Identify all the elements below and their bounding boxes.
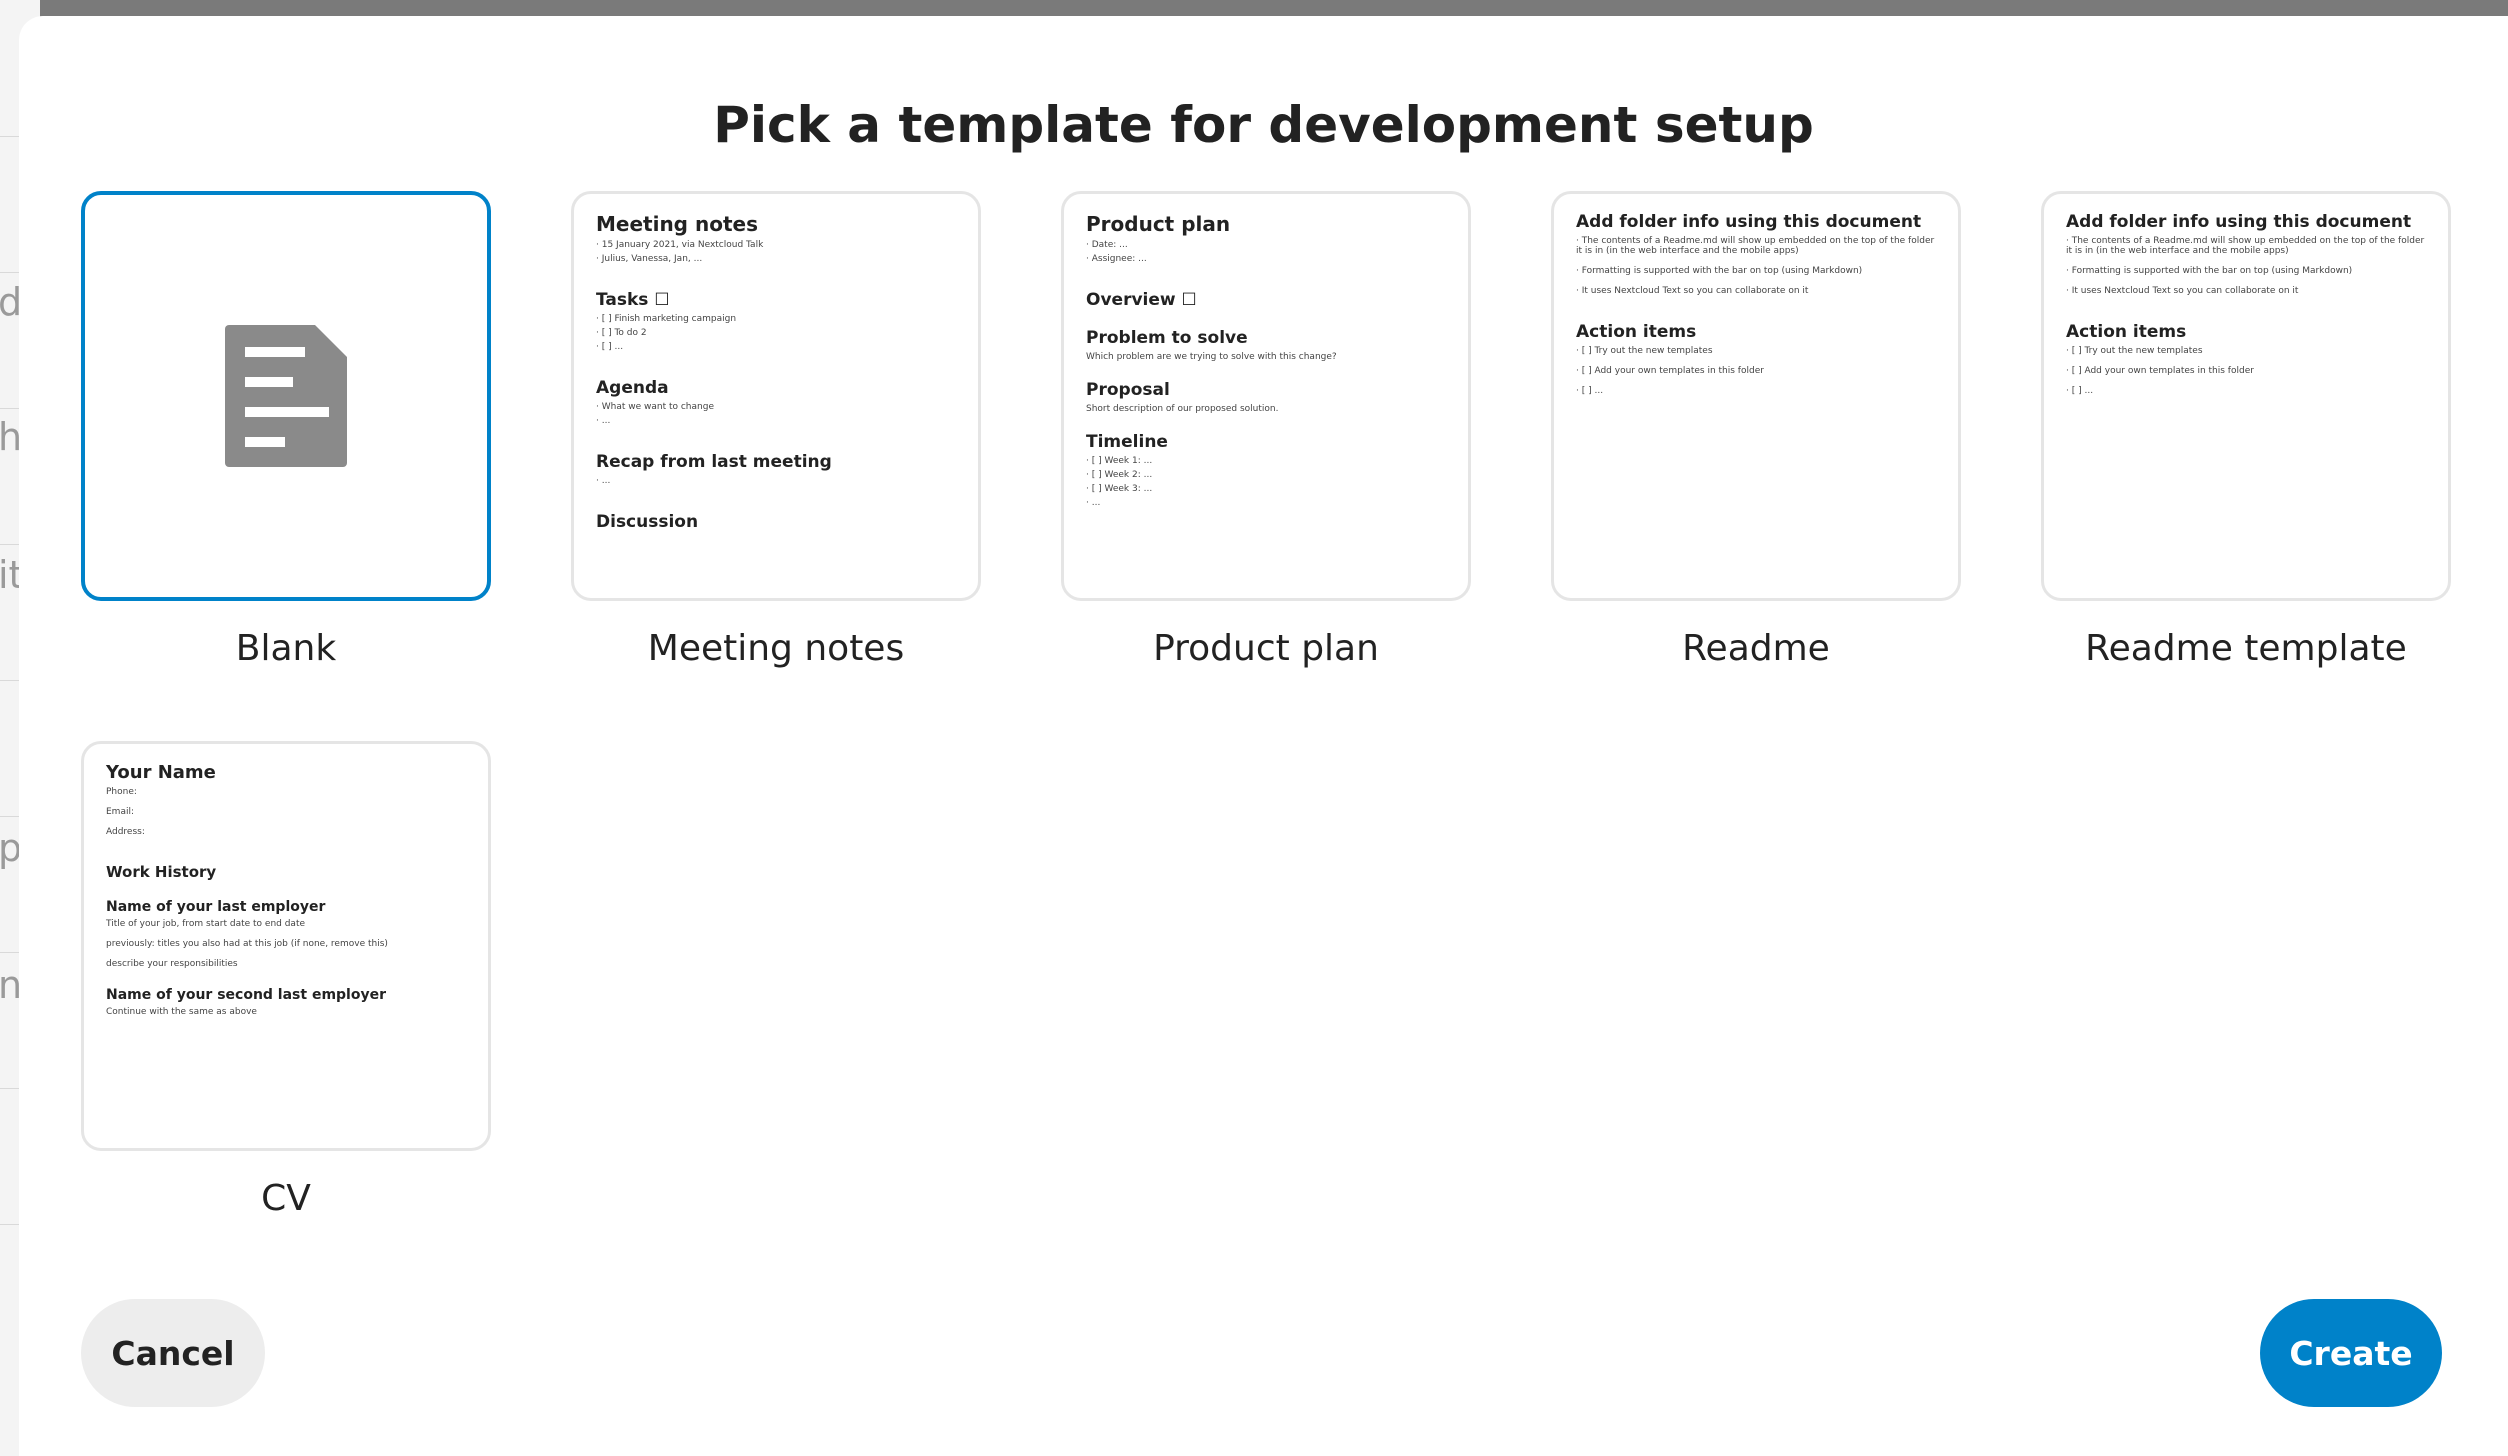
preview-line: · Formatting is supported with the bar o… — [1576, 266, 1863, 276]
preview-line: · 15 January 2021, via Nextcloud Talk — [596, 240, 764, 250]
preview-line: · Date: ... — [1086, 240, 1128, 250]
preview-heading: Add folder info using this document — [2066, 212, 2412, 232]
preview-heading: Proposal — [1086, 380, 1170, 400]
preview-line: · [ ] ... — [596, 342, 624, 352]
template-card-readme[interactable]: Add folder info using this document · Th… — [1551, 191, 1961, 601]
preview-heading: Add folder info using this document — [1576, 212, 1922, 232]
preview-line: · The contents of a Readme.md will show … — [2066, 236, 2425, 256]
template-card-meeting-notes[interactable]: Meeting notes · 15 January 2021, via Nex… — [571, 191, 981, 601]
preview-line: · ... — [596, 416, 611, 426]
template-preview: Meeting notes · 15 January 2021, via Nex… — [596, 212, 960, 536]
preview-line: Address: — [106, 827, 145, 837]
preview-line: · [ ] Add your own templates in this fol… — [1576, 366, 1764, 376]
preview-heading: Overview ☐ — [1086, 290, 1197, 310]
template-preview: Product plan · Date: ... · Assignee: ...… — [1086, 212, 1450, 512]
template-label-product-plan: Product plan — [1153, 628, 1379, 669]
template-label-readme-template: Readme template — [2085, 628, 2407, 669]
preview-line: Email: — [106, 807, 135, 817]
dialog-title: Pick a template for development setup — [713, 96, 1814, 154]
preview-line: Short description of our proposed soluti… — [1086, 404, 1279, 414]
preview-heading: Name of your last employer — [106, 899, 326, 915]
preview-line: describe your responsibilities — [106, 959, 238, 969]
preview-heading: Meeting notes — [596, 212, 758, 236]
preview-line: · [ ] ... — [1576, 386, 1604, 396]
preview-heading: Discussion — [596, 512, 699, 532]
preview-line: · The contents of a Readme.md will show … — [1576, 236, 1935, 256]
cancel-button[interactable]: Cancel — [81, 1299, 265, 1407]
template-label-blank: Blank — [235, 628, 337, 669]
preview-line: · ... — [1086, 498, 1101, 508]
preview-heading: Timeline — [1086, 432, 1168, 452]
template-preview: Add folder info using this document · Th… — [2066, 212, 2430, 406]
create-button[interactable]: Create — [2260, 1299, 2442, 1407]
preview-line: Which problem are we trying to solve wit… — [1086, 352, 1337, 362]
preview-line: · It uses Nextcloud Text so you can coll… — [1576, 286, 1809, 296]
preview-line: Phone: — [106, 787, 137, 797]
template-preview: Your Name Phone: Email: Address: Work Hi… — [106, 762, 470, 1027]
preview-heading: Agenda — [596, 378, 669, 398]
template-card-readme-template[interactable]: Add folder info using this document · Th… — [2041, 191, 2451, 601]
document-icon — [225, 325, 347, 467]
preview-line: · [ ] Try out the new templates — [2066, 346, 2203, 356]
template-picker-dialog: Pick a template for development setup Bl… — [19, 16, 2508, 1456]
template-label-readme: Readme — [1682, 628, 1830, 669]
template-label-cv: CV — [261, 1178, 311, 1219]
preview-line: Title of your job, from start date to en… — [106, 919, 306, 929]
preview-line: · Julius, Vanessa, Jan, ... — [596, 254, 703, 264]
preview-heading: Name of your second last employer — [106, 987, 386, 1003]
preview-line: · [ ] To do 2 — [596, 328, 647, 338]
preview-line: · [ ] Week 3: ... — [1086, 484, 1153, 494]
preview-heading: Action items — [2066, 322, 2187, 342]
preview-line: · [ ] Add your own templates in this fol… — [2066, 366, 2254, 376]
preview-line: previously: titles you also had at this … — [106, 939, 388, 949]
template-card-product-plan[interactable]: Product plan · Date: ... · Assignee: ...… — [1061, 191, 1471, 601]
preview-line: · What we want to change — [596, 402, 714, 412]
preview-line: · Formatting is supported with the bar o… — [2066, 266, 2353, 276]
preview-heading: Tasks ☐ — [596, 290, 670, 310]
preview-line: · [ ] Week 2: ... — [1086, 470, 1153, 480]
preview-line: · It uses Nextcloud Text so you can coll… — [2066, 286, 2299, 296]
preview-line: · [ ] ... — [2066, 386, 2094, 396]
preview-line: · [ ] Week 1: ... — [1086, 456, 1153, 466]
preview-heading: Problem to solve — [1086, 328, 1248, 348]
preview-line: · Assignee: ... — [1086, 254, 1147, 264]
preview-heading: Product plan — [1086, 212, 1231, 236]
template-card-blank[interactable] — [81, 191, 491, 601]
preview-line: · ... — [596, 476, 611, 486]
template-card-cv[interactable]: Your Name Phone: Email: Address: Work Hi… — [81, 741, 491, 1151]
preview-heading: Your Name — [106, 762, 216, 783]
preview-line: · [ ] Finish marketing campaign — [596, 314, 737, 324]
template-preview: Add folder info using this document · Th… — [1576, 212, 1940, 406]
preview-line: Continue with the same as above — [106, 1007, 257, 1017]
preview-heading: Work History — [106, 863, 217, 881]
template-label-meeting-notes: Meeting notes — [647, 628, 905, 669]
preview-heading: Recap from last meeting — [596, 452, 832, 472]
preview-heading: Action items — [1576, 322, 1697, 342]
preview-line: · [ ] Try out the new templates — [1576, 346, 1713, 356]
